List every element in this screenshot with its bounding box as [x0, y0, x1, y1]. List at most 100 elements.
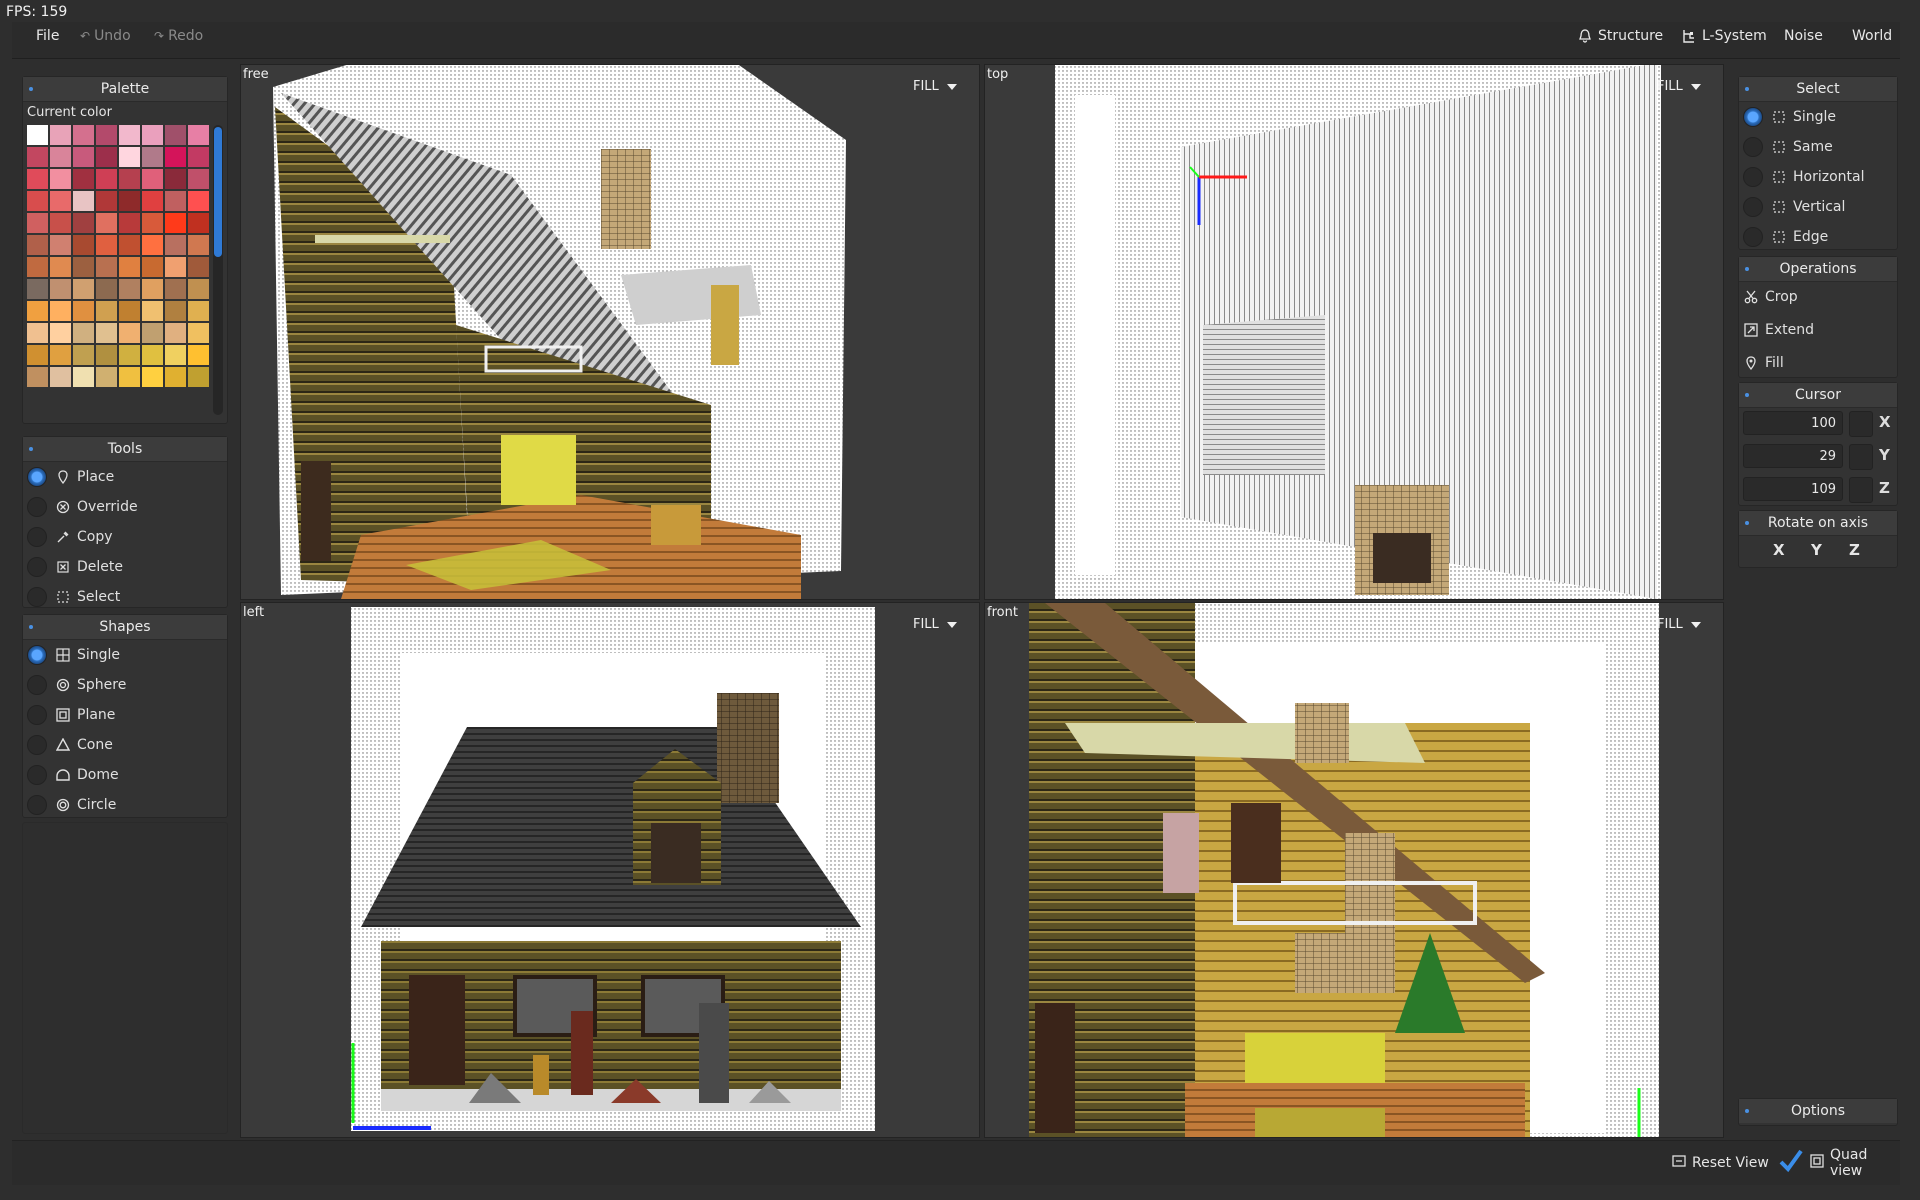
- palette-swatch[interactable]: [142, 169, 163, 189]
- select-item-vertical[interactable]: Vertical: [1743, 193, 1893, 221]
- tool-item-place[interactable]: Place: [27, 463, 223, 491]
- palette-swatch[interactable]: [142, 257, 163, 277]
- palette-swatch[interactable]: [165, 125, 186, 145]
- palette-swatch[interactable]: [188, 301, 209, 321]
- viewport-left[interactable]: left FILL: [240, 602, 980, 1138]
- palette-swatch[interactable]: [142, 367, 163, 387]
- extend-button[interactable]: Extend: [1743, 316, 1893, 344]
- palette-swatch[interactable]: [142, 345, 163, 365]
- cursor-y-input[interactable]: 29: [1743, 444, 1843, 468]
- palette-swatch[interactable]: [96, 345, 117, 365]
- palette-swatch[interactable]: [27, 301, 48, 321]
- palette-swatch[interactable]: [119, 169, 140, 189]
- palette-swatch[interactable]: [142, 279, 163, 299]
- palette-swatch[interactable]: [165, 367, 186, 387]
- palette-swatch[interactable]: [142, 213, 163, 233]
- palette-swatch[interactable]: [27, 279, 48, 299]
- palette-swatch[interactable]: [96, 213, 117, 233]
- palette-swatch[interactable]: [73, 257, 94, 277]
- shape-item-dome[interactable]: Dome: [27, 761, 223, 789]
- radio-button[interactable]: [27, 675, 47, 695]
- palette-swatch[interactable]: [165, 279, 186, 299]
- palette-swatch[interactable]: [96, 257, 117, 277]
- cursor-x-button[interactable]: [1849, 411, 1873, 437]
- structure-menu[interactable]: Structure: [1578, 28, 1663, 44]
- palette-swatch[interactable]: [50, 191, 71, 211]
- palette-swatch[interactable]: [119, 323, 140, 343]
- fill-mode-dropdown[interactable]: FILL: [913, 617, 957, 632]
- cursor-y-button[interactable]: [1849, 444, 1873, 470]
- tool-item-override[interactable]: Override: [27, 493, 223, 521]
- palette-swatch[interactable]: [119, 279, 140, 299]
- tool-item-select[interactable]: Select: [27, 583, 223, 611]
- palette-swatch[interactable]: [50, 257, 71, 277]
- radio-button[interactable]: [27, 527, 47, 547]
- palette-swatch[interactable]: [119, 213, 140, 233]
- radio-button[interactable]: [27, 705, 47, 725]
- radio-button[interactable]: [27, 587, 47, 607]
- palette-swatch[interactable]: [119, 345, 140, 365]
- palette-swatch[interactable]: [27, 147, 48, 167]
- palette-swatch[interactable]: [119, 147, 140, 167]
- palette-swatch[interactable]: [188, 367, 209, 387]
- palette-swatch[interactable]: [50, 213, 71, 233]
- palette-swatch[interactable]: [188, 257, 209, 277]
- reset-view-button[interactable]: Reset View: [1672, 1154, 1769, 1172]
- radio-button[interactable]: [27, 497, 47, 517]
- radio-button[interactable]: [1743, 137, 1763, 157]
- palette-swatch[interactable]: [27, 367, 48, 387]
- palette-scrollbar[interactable]: [213, 125, 223, 415]
- palette-swatch[interactable]: [27, 235, 48, 255]
- palette-swatch[interactable]: [119, 235, 140, 255]
- select-item-horizontal[interactable]: Horizontal: [1743, 163, 1893, 191]
- tool-item-copy[interactable]: Copy: [27, 523, 223, 551]
- palette-swatch[interactable]: [188, 323, 209, 343]
- palette-swatch[interactable]: [165, 169, 186, 189]
- palette-swatch[interactable]: [50, 345, 71, 365]
- palette-swatch[interactable]: [188, 213, 209, 233]
- palette-swatch[interactable]: [188, 169, 209, 189]
- palette-swatch[interactable]: [119, 125, 140, 145]
- palette-swatch[interactable]: [73, 235, 94, 255]
- fill-mode-dropdown[interactable]: FILL: [1657, 79, 1701, 94]
- palette-swatch[interactable]: [165, 213, 186, 233]
- palette-swatch[interactable]: [27, 169, 48, 189]
- palette-swatch[interactable]: [96, 367, 117, 387]
- palette-swatch[interactable]: [96, 125, 117, 145]
- palette-swatch[interactable]: [50, 279, 71, 299]
- palette-swatch[interactable]: [73, 323, 94, 343]
- palette-swatch[interactable]: [50, 235, 71, 255]
- undo-button[interactable]: ↶ Undo: [80, 28, 131, 44]
- palette-swatch[interactable]: [188, 125, 209, 145]
- palette-swatch[interactable]: [119, 367, 140, 387]
- palette-swatch[interactable]: [73, 367, 94, 387]
- cursor-z-input[interactable]: 109: [1743, 477, 1843, 501]
- palette-swatch[interactable]: [188, 345, 209, 365]
- palette-swatch[interactable]: [96, 169, 117, 189]
- palette-swatch[interactable]: [119, 257, 140, 277]
- crop-button[interactable]: Crop: [1743, 283, 1893, 311]
- palette-swatch[interactable]: [96, 147, 117, 167]
- radio-button[interactable]: [1743, 107, 1763, 127]
- palette-swatch[interactable]: [165, 323, 186, 343]
- palette-swatch[interactable]: [188, 191, 209, 211]
- palette-swatch[interactable]: [27, 345, 48, 365]
- palette-swatch[interactable]: [142, 301, 163, 321]
- palette-swatch[interactable]: [73, 191, 94, 211]
- palette-swatch[interactable]: [50, 125, 71, 145]
- palette-swatch[interactable]: [165, 191, 186, 211]
- palette-swatch[interactable]: [50, 367, 71, 387]
- file-menu[interactable]: File: [36, 28, 59, 44]
- palette-swatch[interactable]: [96, 301, 117, 321]
- palette-swatch[interactable]: [142, 323, 163, 343]
- tool-item-delete[interactable]: Delete: [27, 553, 223, 581]
- noise-menu[interactable]: Noise: [1784, 28, 1823, 44]
- select-item-single[interactable]: Single: [1743, 103, 1893, 131]
- palette-swatch[interactable]: [142, 147, 163, 167]
- palette-swatch[interactable]: [73, 213, 94, 233]
- palette-swatch[interactable]: [96, 235, 117, 255]
- palette-swatch[interactable]: [96, 323, 117, 343]
- palette-swatch[interactable]: [188, 235, 209, 255]
- palette-swatch[interactable]: [73, 125, 94, 145]
- fill-mode-dropdown[interactable]: FILL: [913, 79, 957, 94]
